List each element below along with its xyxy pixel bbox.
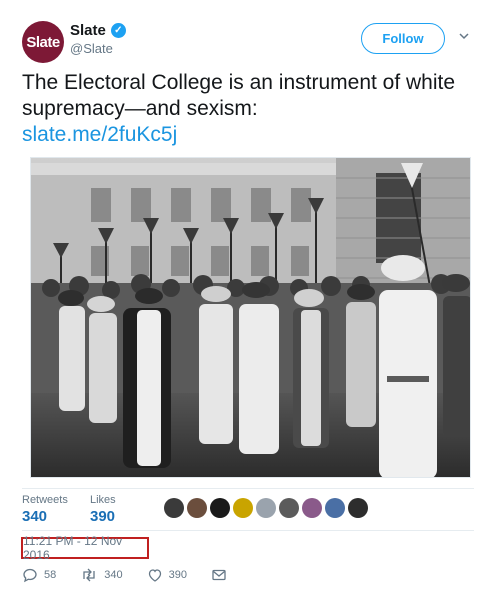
liker-avatar[interactable]: [187, 498, 207, 518]
chevron-down-icon[interactable]: [458, 30, 470, 42]
retweet-button[interactable]: 340: [80, 567, 123, 583]
reply-icon: [23, 568, 37, 583]
reply-button[interactable]: 58: [22, 567, 56, 583]
tweet-actions: 58 340 390: [22, 565, 251, 585]
liker-avatar[interactable]: [210, 498, 230, 518]
liker-avatars: [164, 498, 368, 518]
liker-avatar[interactable]: [302, 498, 322, 518]
retweet-icon: [83, 568, 95, 582]
reply-count: 58: [44, 569, 57, 581]
retweet-count: 340: [104, 569, 123, 581]
likes-count: 390: [90, 508, 116, 525]
liker-avatar[interactable]: [325, 498, 345, 518]
liker-avatar[interactable]: [256, 498, 276, 518]
divider-bottom: [22, 530, 474, 531]
timestamp-highlight: 11:21 PM - 12 Nov 2016: [21, 534, 149, 562]
suffragette-march-photo: [31, 158, 470, 477]
tweet-header: Slate Slate ✓ @Slate Follow: [0, 0, 497, 63]
name-row: Slate ✓: [70, 22, 126, 39]
like-count: 390: [168, 569, 187, 581]
likes-label: Likes: [90, 494, 116, 506]
envelope-icon: [212, 569, 226, 581]
retweets-label: Retweets: [22, 494, 68, 506]
tweet-body: The Electoral College is an instrument o…: [22, 70, 462, 148]
account-name[interactable]: Slate: [70, 22, 106, 39]
tweet-link[interactable]: slate.me/2fuKc5j: [22, 122, 462, 148]
tweet-text: The Electoral College is an instrument o…: [22, 71, 456, 120]
tweet-photo[interactable]: [30, 157, 471, 478]
divider-top: [22, 488, 474, 489]
like-button[interactable]: 390: [147, 567, 187, 583]
liker-avatar[interactable]: [279, 498, 299, 518]
account-handle[interactable]: @Slate: [70, 41, 113, 56]
avatar[interactable]: Slate: [22, 21, 64, 63]
retweets-count: 340: [22, 508, 48, 525]
retweets-stat[interactable]: Retweets 340: [22, 494, 68, 525]
tweet-timestamp[interactable]: 11:21 PM - 12 Nov 2016: [23, 534, 147, 562]
liker-avatar[interactable]: [233, 498, 253, 518]
liker-avatar[interactable]: [348, 498, 368, 518]
likes-stat[interactable]: Likes 390: [90, 494, 116, 525]
verified-badge-icon: ✓: [110, 23, 126, 38]
heart-icon: [148, 569, 161, 582]
direct-message-button[interactable]: [211, 567, 227, 583]
follow-button[interactable]: Follow: [361, 23, 445, 54]
liker-avatar[interactable]: [164, 498, 184, 518]
